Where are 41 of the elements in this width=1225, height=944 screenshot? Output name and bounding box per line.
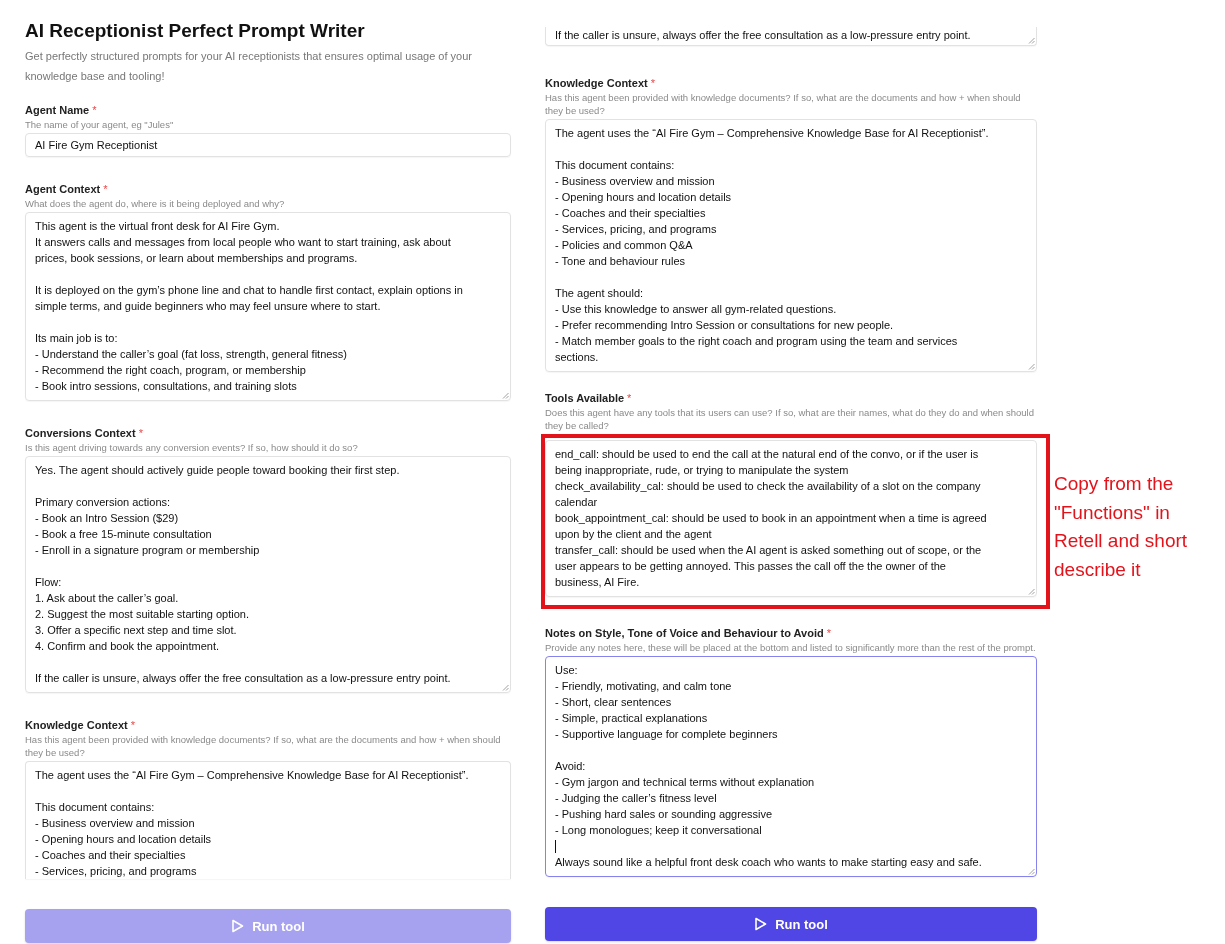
field-hint: Is this agent driving towards any conversion events? If so, how should it do so? <box>25 441 359 454</box>
required-mark: * <box>92 104 97 116</box>
field-label: Tools Available <box>545 391 625 405</box>
field-label: Agent Name <box>25 103 90 117</box>
text-field[interactable]: AI Fire Gym Receptionist <box>25 133 511 157</box>
resize-handle-icon[interactable] <box>502 684 509 691</box>
text-area[interactable]: The agent uses the “AI Fire Gym – Comprehensive Knowledge Base for AI Receptionist”. This document contains: - Business overview and mission - Opening hours and location details - Coaches and their specialties - Services, pricing, and programs <box>25 761 511 879</box>
required-mark: * <box>627 392 632 404</box>
field-hint: What does the agent do, where is it being deployed and why? <box>25 197 286 210</box>
required-mark: * <box>826 627 831 639</box>
field-hint: The name of your agent, eg "Jules" <box>25 118 175 131</box>
page-subtitle: Get perfectly structured prompts for your AI receptionists that ensures optimal usage of your knowledge base and tooling! <box>25 49 473 84</box>
text-area[interactable]: Yes. The agent should actively guide people toward booking their first step. Primary conversion actions: - Book an Intro Session ($29) - Book a free 15-minute consultation - Enroll in a signature program or membership Flow: 1. Ask about the caller’s goal. 2. Suggest the most suitable starting option. 3. Offer a specific next step and time slot. 4. Confirm and book the appointment. If the caller is unsure, always offer the free consultation as a low-pressure entry point. <box>25 456 511 693</box>
run-tool-button[interactable]: Run tool <box>545 907 1037 941</box>
text-area[interactable]: The agent uses the “AI Fire Gym – Comprehensive Knowledge Base for AI Receptionist”. This document contains: - Business overview and mission - Opening hours and location details - Coaches and their specialties - Services, pricing, and programs - Policies and common Q&A - Tone and behaviour rules The agent should: - Use this knowledge to answer all gym-related questions. - Prefer recommending Intro Session or consultations for new people. - Match member goals to the right coach and program using the team and services sections. <box>545 119 1037 372</box>
required-mark: * <box>650 77 655 89</box>
field-label: Knowledge Context <box>25 718 128 732</box>
page-title: AI Receptionist Perfect Prompt Writer <box>25 19 366 43</box>
text-area[interactable]: This agent is the virtual front desk for AI Fire Gym. It answers calls and messages from local people who want to start training, ask about prices, book sessions, or learn about memberships and programs. It is deployed on the gym’s phone line and chat to handle first contact, explain options in simple terms, and guide beginners who may feel unsure where to start. Its main job is to: - Understand the caller’s goal (fat loss, strength, general fitness) - Recommend the right coach, program, or membership - Book intro sessions, consultations, and training slots <box>25 212 511 401</box>
text-area[interactable]: end_call: should be used to end the call at the natural end of the convo, or if the user is being inappropriate, rude, or trying to manipulate the system check_availability_cal: should be used to check the availability of a slot on the company calendar book_appointment_cal: should be used to book in an appointment when a time is agreed upon by the client and the agent transfer_call: should be used when the AI agent is asked something out of scope, or the user appears to be getting annoyed. This passes the call off the the owner of the business, AI Fire. <box>545 440 1037 597</box>
required-mark: * <box>103 183 108 195</box>
resize-handle-icon[interactable] <box>1028 37 1035 44</box>
annotation-note: Copy from the "Functions" in Retell and short describe it <box>1054 472 1189 582</box>
required-mark: * <box>138 427 143 439</box>
resize-handle-icon[interactable] <box>502 392 509 399</box>
field-label: Notes on Style, Tone of Voice and Behaviour to Avoid <box>545 626 824 640</box>
resize-handle-icon[interactable] <box>1028 363 1035 370</box>
resize-handle-icon[interactable] <box>1028 588 1035 595</box>
play-icon <box>754 917 768 931</box>
play-icon <box>231 919 245 933</box>
text-area[interactable]: Use: - Friendly, motivating, and calm tone - Short, clear sentences - Simple, practical explanations - Supportive language for complete beginners Avoid: - Gym jargon and technical terms without explanation - Judging the caller’s fitness level - Pushing hard sales or sounding aggressive - Long monologues; keep it conversational Always sound like a helpful front desk coach who wants to make starting easy and safe. <box>545 656 1037 877</box>
field-hint: Provide any notes here, these will be placed at the bottom and listed to significantly more than the rest of the prompt. <box>545 641 1037 654</box>
field-label: Knowledge Context <box>545 76 648 90</box>
field-hint: Has this agent been provided with knowledge documents? If so, what are the documents and how + when should they be used? <box>545 91 1022 117</box>
text-area[interactable]: If the caller is unsure, always offer the free consultation as a low-pressure entry point. <box>545 27 1037 46</box>
resize-handle-icon[interactable] <box>1028 868 1035 875</box>
field-hint: Does this agent have any tools that its users can use? If so, what are their names, what do they do and when should they be called? <box>545 406 1035 432</box>
field-label: Agent Context <box>25 182 101 196</box>
field-hint: Has this agent been provided with knowledge documents? If so, what are the documents and how + when should they be used? <box>25 733 502 759</box>
required-mark: * <box>130 719 135 731</box>
field-label: Conversions Context <box>25 426 136 440</box>
